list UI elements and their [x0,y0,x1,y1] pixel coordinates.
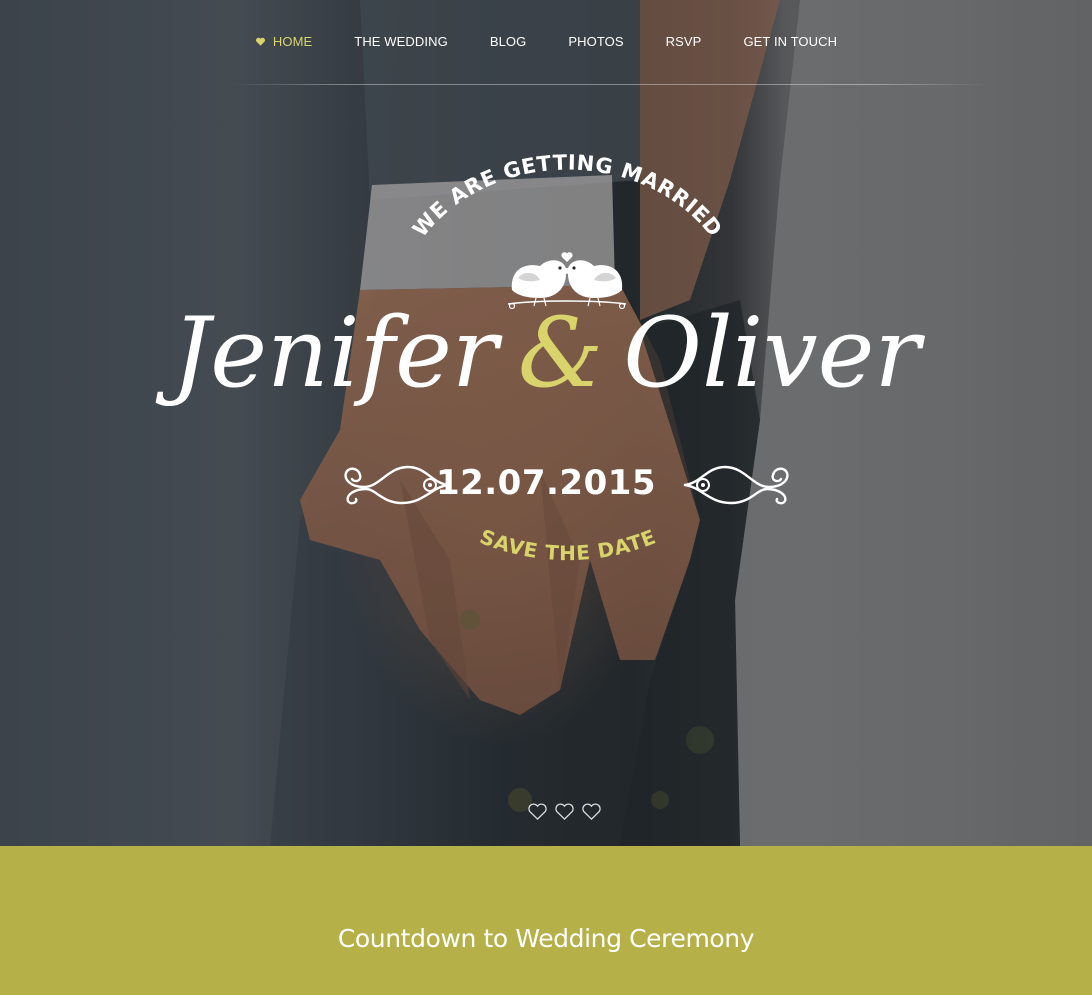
slide-1-heart-icon[interactable] [527,802,548,821]
right-swirl-ornament [683,465,789,505]
countdown-section [0,846,1092,995]
save-the-date-text: SAVE THE DATE [477,524,660,565]
tagline-textpath: WE ARE GETTING MARRIED [408,150,726,241]
couple-names: Jenifer & Oliver [0,305,1092,401]
tagline-text: WE ARE GETTING MARRIED [408,150,727,241]
save-the-date-textpath: SAVE THE DATE [477,524,659,565]
slide-3-heart-icon[interactable] [581,802,602,821]
slider-pager [527,802,602,821]
groom-name: Oliver [623,297,921,409]
slide-2-heart-icon[interactable] [554,802,575,821]
arc-text-layer: WE ARE GETTING MARRIED SAVE THE DATE [408,150,727,565]
wedding-date: 12.07.2015 [435,463,657,503]
countdown-title: Countdown to Wedding Ceremony [337,924,755,953]
save-the-date-emblem: WE ARE GETTING MARRIED SAVE THE DATE Jen… [0,0,1092,846]
ampersand: & [517,297,604,409]
bride-name: Jenifer [171,297,498,409]
hero-section: HOME THE WEDDING BLOG PHOTOS RSVP GET IN… [0,0,1092,846]
